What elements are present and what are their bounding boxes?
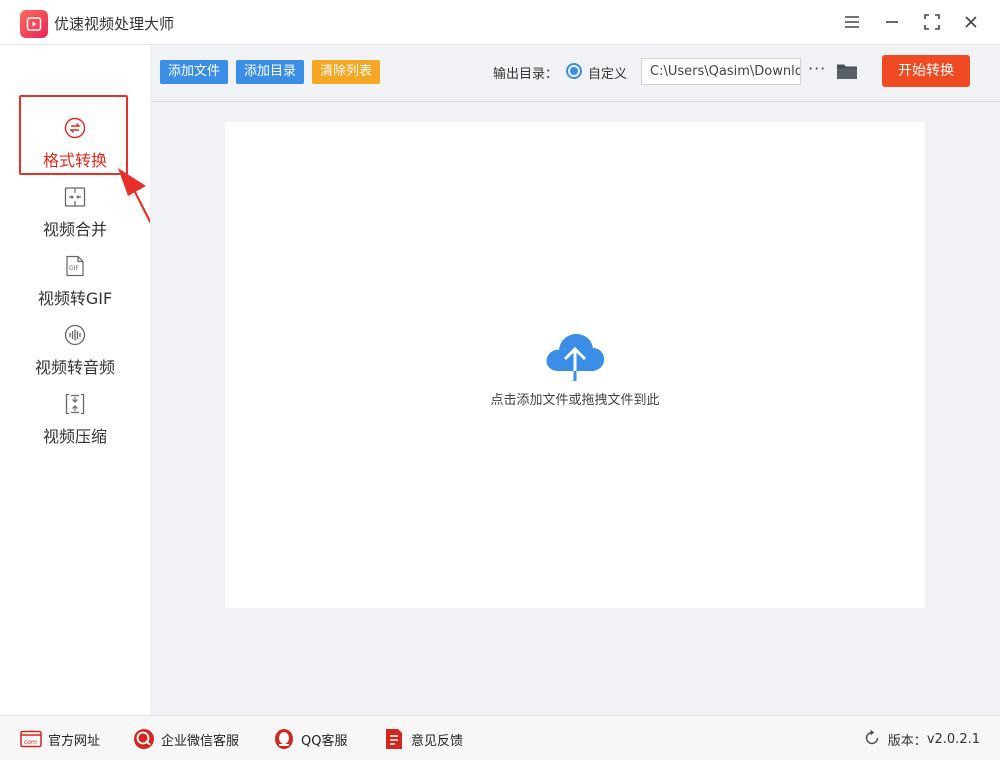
main-panel: 添加文件 添加目录 清除列表 输出目录： 自定义 C:\Users\Qasim\… (150, 45, 1000, 715)
wecom-support-link[interactable]: 企业微信客服 (133, 728, 239, 750)
sidebar-item-label: 视频转GIF (37, 289, 113, 308)
cloud-upload-icon (543, 327, 607, 383)
merge-icon (64, 186, 86, 208)
toolbar: 添加文件 添加目录 清除列表 输出目录： 自定义 C:\Users\Qasim\… (150, 45, 1000, 102)
sidebar-item-video-to-gif[interactable]: GIF 视频转GIF (0, 255, 150, 319)
footer: com 官方网址 企业微信客服 QQ客服 意见反馈 版本： v2.0.2.1 (0, 715, 1000, 760)
official-site-label: 官方网址 (48, 733, 101, 749)
output-path-field[interactable]: C:\Users\Qasim\Downloads (641, 58, 801, 85)
qq-icon (273, 728, 295, 750)
file-dropzone[interactable]: 点击添加文件或拖拽文件到此 (225, 122, 925, 608)
add-file-button[interactable]: 添加文件 (160, 60, 229, 84)
sidebar-item-label: 视频压缩 (42, 427, 107, 446)
version-label: 版本： (887, 733, 927, 749)
maximize-icon[interactable] (920, 10, 944, 34)
menu-icon[interactable] (840, 10, 864, 34)
feedback-icon (383, 728, 405, 750)
compress-icon (64, 393, 86, 415)
custom-radio-label[interactable]: 自定义 (588, 63, 627, 82)
more-options-button[interactable]: ··· (808, 59, 826, 78)
dropzone-hint: 点击添加文件或拖拽文件到此 (490, 393, 660, 408)
website-icon: com (20, 728, 42, 750)
custom-radio[interactable] (566, 63, 582, 79)
feedback-link[interactable]: 意见反馈 (383, 728, 463, 750)
official-site-link[interactable]: com 官方网址 (20, 728, 100, 750)
sidebar-item-label: 视频转音频 (34, 358, 115, 377)
qq-support-label: QQ客服 (301, 733, 348, 749)
title-bar: 优速视频处理大师 (0, 0, 1000, 45)
qq-support-link[interactable]: QQ客服 (273, 728, 347, 750)
wecom-icon (133, 728, 155, 750)
wecom-support-label: 企业微信客服 (161, 733, 240, 749)
svg-text:GIF: GIF (69, 265, 79, 272)
close-icon[interactable] (959, 10, 983, 34)
sidebar-item-label: 视频合并 (42, 220, 107, 239)
gif-icon: GIF (64, 255, 86, 277)
app-logo-icon (20, 10, 48, 38)
version-info: 版本： v2.0.2.1 (864, 728, 980, 750)
refresh-icon[interactable] (864, 730, 882, 748)
minimize-icon[interactable] (880, 10, 904, 34)
folder-icon[interactable] (836, 61, 858, 81)
app-title: 优速视频处理大师 (54, 15, 175, 33)
feedback-label: 意见反馈 (411, 733, 464, 749)
sidebar-item-video-to-audio[interactable]: 视频转音频 (0, 324, 150, 388)
output-dir-label: 输出目录： (493, 67, 559, 82)
clear-list-button[interactable]: 清除列表 (312, 60, 381, 84)
audio-icon (64, 324, 86, 346)
start-convert-button[interactable]: 开始转换 (882, 55, 970, 87)
sidebar-item-video-compress[interactable]: 视频压缩 (0, 393, 150, 457)
annotation-highlight-box (19, 95, 128, 175)
add-directory-button[interactable]: 添加目录 (236, 60, 305, 84)
sidebar-item-video-merge[interactable]: 视频合并 (0, 186, 150, 250)
version-number: v2.0.2.1 (926, 731, 980, 747)
svg-text:com: com (24, 739, 37, 746)
